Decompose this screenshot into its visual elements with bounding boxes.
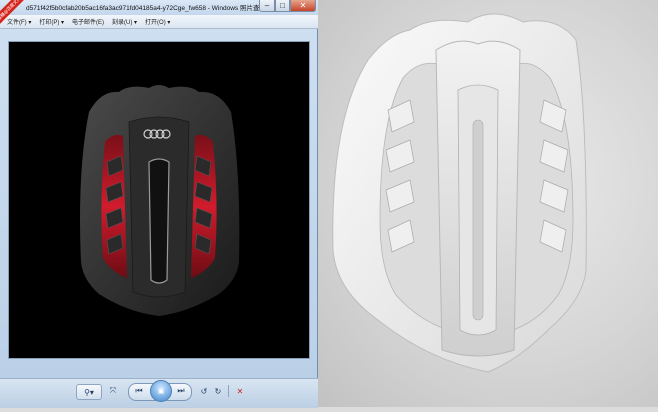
magnifier-icon: ⚲▾ [84, 387, 94, 397]
actual-size-button[interactable]: ⤧ [106, 384, 120, 398]
rotate-ccw-icon: ↺ [200, 386, 208, 396]
menu-item-file[interactable]: 文件(F) ▾ [7, 17, 31, 26]
toolbar-separator [228, 385, 229, 397]
menu-bar: 文件(F) ▾ 打印(P) ▾ 电子邮件(E) 刻录(U) ▾ 打开(O) ▾ [0, 15, 318, 29]
fit-window-icon: ⤧ [109, 386, 117, 395]
next-button[interactable]: ⏭ [174, 384, 188, 398]
minimize-button[interactable]: ‒ [259, 0, 275, 12]
delete-icon: ✕ [236, 386, 244, 396]
black-engine-cover-image [80, 85, 240, 316]
window-controls: ‒ □ ✕ [259, 0, 316, 13]
menu-item-burn[interactable]: 刻录(U) ▾ [112, 17, 137, 26]
previous-icon: ⏮ [135, 386, 143, 395]
next-icon: ⏭ [177, 386, 185, 395]
slideshow-button[interactable]: ▣ [150, 380, 172, 402]
title-bar[interactable]: d571f42f5b0cfab20b5ac16fa3ac971fd04185a4… [0, 0, 318, 15]
delete-button[interactable]: ✕ [234, 384, 246, 398]
window-title: d571f42f5b0cfab20b5ac16fa3ac971fd04185a4… [26, 5, 273, 12]
photo-viewer-window: d571f42f5b0cfab20b5ac16fa3ac971fd04185a4… [0, 0, 318, 408]
menu-item-open[interactable]: 打开(O) ▾ [145, 17, 170, 26]
white-engine-cover [332, 13, 587, 373]
rotate-left-button[interactable]: ↺ [198, 384, 210, 398]
slideshow-icon: ▣ [157, 388, 165, 395]
menu-item-email[interactable]: 电子邮件(E) [72, 17, 104, 26]
menu-item-print[interactable]: 打印(P) ▾ [39, 17, 64, 26]
bottom-toolbar: ⚲▾ ⤧ ⏮ ▣ ⏭ ↺ ↻ ✕ [0, 378, 318, 408]
background-render [318, 0, 658, 407]
maximize-button[interactable]: □ [275, 0, 290, 12]
rotate-cw-icon: ↻ [214, 386, 222, 396]
close-button[interactable]: ✕ [290, 0, 316, 12]
zoom-button[interactable]: ⚲▾ [76, 384, 102, 400]
rotate-right-button[interactable]: ↻ [212, 384, 224, 398]
image-canvas[interactable] [8, 41, 310, 359]
previous-button[interactable]: ⏮ [132, 384, 146, 398]
